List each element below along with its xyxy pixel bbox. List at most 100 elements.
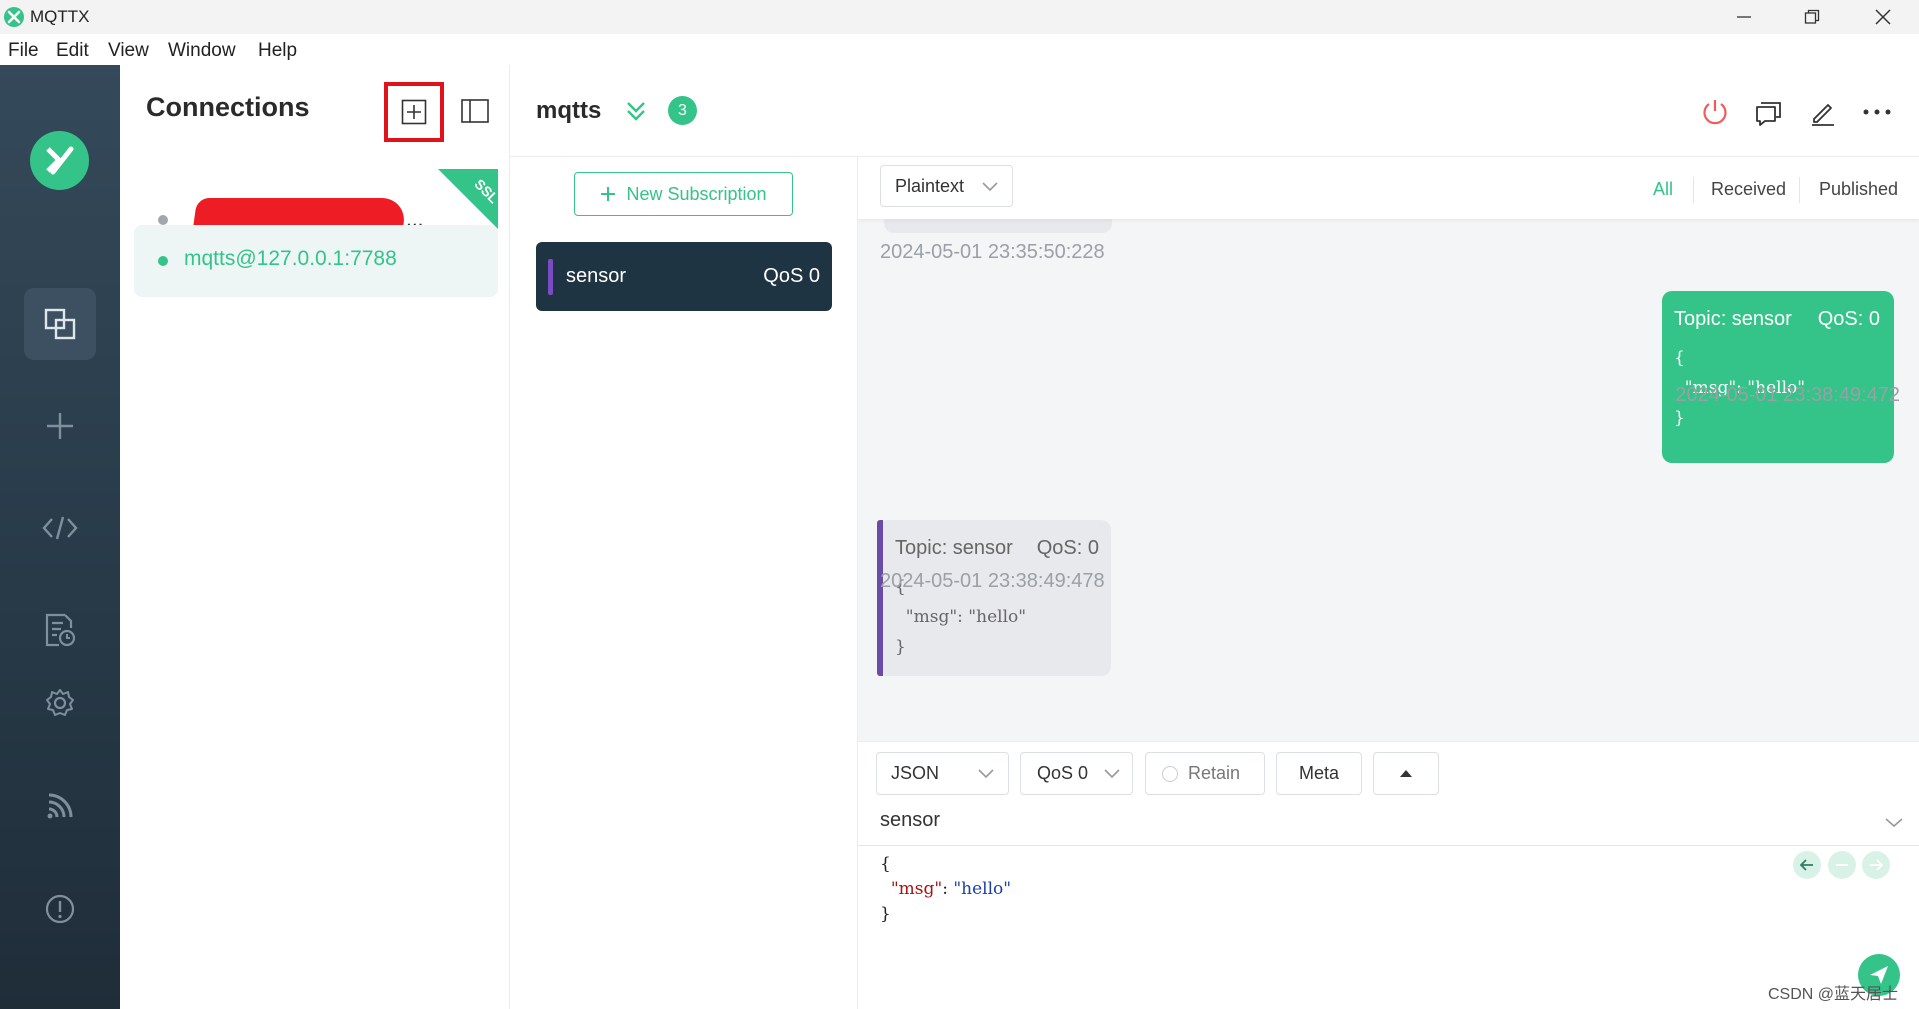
mqttx-logo-icon	[30, 131, 89, 190]
subscription-qos: QoS 0	[763, 265, 820, 287]
status-dot	[158, 256, 168, 266]
more-button[interactable]	[1858, 93, 1896, 131]
minus-icon	[1836, 864, 1848, 866]
nav-connections-button[interactable]	[24, 288, 96, 360]
received-message-bubble: Topic: sensor QoS: 0 { "msg": "hello" }	[877, 520, 1111, 676]
subscription-item[interactable]: sensor QoS 0	[536, 242, 832, 311]
info-icon	[45, 894, 75, 924]
double-chevron-down-icon	[627, 102, 645, 121]
payload-format-select[interactable]: Plaintext	[880, 165, 1013, 207]
message-qos: QoS: 0	[1817, 308, 1880, 330]
filter-divider	[1799, 177, 1800, 203]
sidebar-icon	[461, 99, 489, 123]
new-subscription-label: New Subscription	[626, 183, 767, 204]
arrow-right-icon	[1870, 859, 1883, 871]
code-icon	[42, 516, 78, 540]
history-clear-button[interactable]	[1828, 851, 1856, 879]
message-bubble-partial	[884, 219, 1112, 233]
message-timestamp: 2024-05-01 23:35:50:228	[880, 241, 1105, 263]
close-icon	[1875, 9, 1891, 25]
retain-label: Retain	[1188, 763, 1241, 783]
publish-qos-value: QoS 0	[1037, 763, 1089, 783]
history-forward-button[interactable]	[1862, 851, 1890, 879]
menu-view[interactable]: View	[108, 40, 149, 62]
plus-icon	[601, 187, 616, 201]
rss-icon	[47, 793, 73, 819]
app-logo-icon	[4, 7, 24, 27]
retain-radio[interactable]	[1162, 765, 1178, 782]
menu-file[interactable]: File	[8, 40, 39, 62]
gear-icon	[46, 689, 74, 716]
chevron-down-icon	[1104, 769, 1120, 779]
toggle-sidebar-button[interactable]	[456, 93, 494, 129]
publish-area: JSON QoS 0 Retain Meta sensor { "msg": "…	[858, 741, 1919, 1009]
history-back-button[interactable]	[1793, 851, 1821, 879]
payload-format-value: Plaintext	[895, 175, 965, 196]
filter-divider	[1693, 177, 1694, 203]
window-title: MQTTX	[30, 7, 90, 26]
subscription-color-bar	[548, 259, 553, 295]
filter-published[interactable]: Published	[1819, 179, 1898, 200]
publish-format-select[interactable]: JSON	[876, 752, 1009, 795]
plus-square-icon	[401, 99, 427, 125]
edit-button[interactable]	[1804, 93, 1842, 131]
count-badge: 3	[668, 96, 697, 125]
new-connection-button[interactable]	[396, 94, 432, 130]
message-timestamp: 2024-05-01 23:38:49:472	[1675, 384, 1900, 406]
left-nav	[0, 65, 120, 1009]
topic-divider	[858, 845, 1919, 846]
chevron-down-icon[interactable]	[1885, 818, 1903, 828]
close-button[interactable]	[1849, 0, 1917, 34]
menu-help[interactable]: Help	[258, 40, 297, 62]
message-topic: Topic: sensor	[895, 537, 1013, 559]
more-icon	[1863, 109, 1891, 115]
payload-editor[interactable]: { "msg": "hello" }	[880, 852, 1011, 927]
disconnect-button[interactable]	[1696, 93, 1734, 131]
new-subscription-button[interactable]: New Subscription	[574, 172, 793, 216]
arrow-left-icon	[1800, 859, 1813, 871]
publish-qos-select[interactable]: QoS 0	[1020, 752, 1133, 795]
ssl-badge: SSL	[438, 169, 498, 229]
watermark: CSDN @蓝天居士	[1768, 986, 1899, 1003]
caret-up-icon	[1400, 770, 1412, 777]
messages-toolbar: Plaintext All Received Published	[858, 157, 1919, 219]
meta-button[interactable]: Meta	[1276, 752, 1362, 795]
collapse-button[interactable]	[622, 97, 650, 125]
subscriptions-column: New Subscription sensor QoS 0	[510, 157, 858, 1009]
connection-header: mqtts 3	[510, 65, 1919, 157]
retain-toggle[interactable]: Retain	[1145, 752, 1265, 795]
connections-panel: Connections ... SSL mqtts@127.0.0.1:7788	[120, 65, 510, 1009]
message-qos: QoS: 0	[1036, 537, 1099, 559]
chat-icon	[1756, 102, 1781, 126]
messages-area[interactable]: 2024-05-01 23:35:50:228 Topic: sensor Qo…	[858, 157, 1919, 741]
nav-subscriptions-feed-button[interactable]	[24, 770, 96, 842]
filter-received[interactable]: Received	[1711, 179, 1786, 200]
restore-button[interactable]	[1778, 0, 1846, 34]
chat-view-button[interactable]	[1750, 93, 1788, 131]
minimize-button[interactable]	[1710, 0, 1778, 34]
connections-icon	[44, 308, 76, 340]
nav-about-button[interactable]	[24, 873, 96, 945]
publish-topic-input[interactable]: sensor	[880, 809, 940, 832]
nav-log-button[interactable]	[24, 594, 96, 666]
expand-editor-button[interactable]	[1373, 752, 1439, 795]
title-bar: MQTTX	[0, 0, 1919, 34]
chevron-down-icon	[982, 182, 998, 192]
filter-all[interactable]: All	[1653, 179, 1673, 200]
menu-window[interactable]: Window	[168, 40, 236, 62]
menu-edit[interactable]: Edit	[56, 40, 89, 62]
edit-icon	[1812, 104, 1834, 126]
connection-item-active[interactable]: mqtts@127.0.0.1:7788	[134, 225, 498, 297]
connection-name: mqtts	[536, 97, 602, 124]
plus-icon	[47, 413, 73, 439]
nav-new-connection-button[interactable]	[24, 390, 96, 462]
publish-format-value: JSON	[891, 763, 940, 783]
power-icon	[1703, 100, 1727, 125]
nav-script-button[interactable]	[24, 492, 96, 564]
connections-title: Connections	[146, 92, 310, 122]
message-topic: Topic: sensor	[1674, 308, 1792, 330]
restore-icon	[1804, 9, 1820, 24]
chevron-down-icon	[978, 769, 994, 779]
message-timestamp: 2024-05-01 23:38:49:478	[880, 570, 1105, 592]
nav-settings-button[interactable]	[24, 667, 96, 739]
